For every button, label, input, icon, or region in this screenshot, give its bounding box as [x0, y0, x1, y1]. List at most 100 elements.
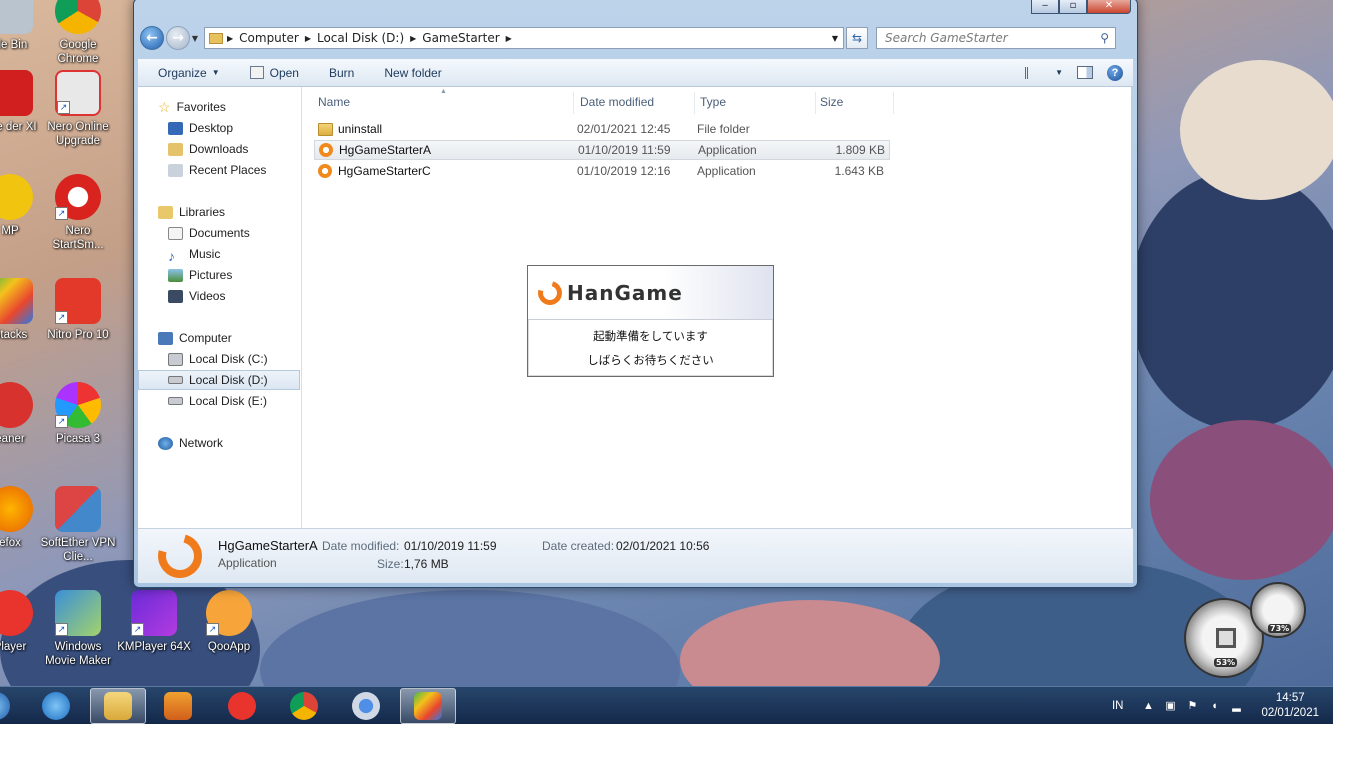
address-bar[interactable]: ▶ Computer ▶ Local Disk (D:) ▶ GameStart…: [204, 27, 844, 49]
organize-button[interactable]: Organize ▼: [138, 66, 235, 80]
address-dropdown-icon[interactable]: ▼: [827, 34, 843, 43]
desktop-icon-google-chrome[interactable]: Google Chrome: [40, 0, 116, 66]
column-header-name[interactable]: Name ▲: [318, 88, 574, 114]
file-row-hggamestartera[interactable]: HgGameStarterA 01/10/2019 11:59 Applicat…: [314, 140, 890, 160]
desktop-icon-nero-online-upgrade[interactable]: ↗ Nero Online Upgrade: [40, 70, 116, 148]
column-header-size[interactable]: Size: [818, 92, 894, 114]
nav-label: Favorites: [176, 100, 226, 114]
nav-music[interactable]: ♪ Music: [138, 244, 300, 264]
column-header-type[interactable]: Type: [698, 92, 816, 114]
search-icon[interactable]: ⚲: [1100, 31, 1109, 45]
device-icon[interactable]: ▣: [1164, 700, 1176, 712]
chevron-down-icon: ▼: [211, 68, 220, 77]
new-folder-button[interactable]: New folder: [369, 66, 456, 80]
breadcrumb-gamestarter[interactable]: GameStarter: [422, 31, 499, 45]
wallpaper-shape: [1150, 420, 1333, 580]
refresh-button[interactable]: ⇆: [846, 27, 868, 49]
volume-muted-icon[interactable]: ◖: [1208, 700, 1220, 712]
taskbar-internet-explorer[interactable]: [28, 688, 84, 724]
search-input[interactable]: Search GameStarter ⚲: [876, 27, 1116, 49]
nav-computer[interactable]: Computer: [138, 328, 300, 348]
minimize-button[interactable]: ‒: [1031, 0, 1059, 14]
change-view-icon[interactable]: [1025, 66, 1041, 79]
breadcrumb-local-disk-d[interactable]: Local Disk (D:): [317, 31, 404, 45]
taskbar-media-player[interactable]: [150, 688, 206, 724]
breadcrumb-computer[interactable]: Computer: [239, 31, 299, 45]
breadcrumb-separator-icon[interactable]: ▶: [227, 34, 233, 43]
nav-favorites[interactable]: ☆ Favorites: [138, 97, 300, 117]
desktop-icon-label: Nitro Pro 10: [47, 329, 109, 341]
firefox-icon: [0, 486, 33, 532]
action-center-flag-icon[interactable]: ⚑: [1186, 700, 1198, 712]
documents-icon: [168, 226, 183, 240]
show-hidden-icons-icon[interactable]: ▲: [1142, 700, 1154, 712]
desktop-icon-softether[interactable]: SoftEther VPN Clie...: [40, 486, 116, 564]
desktop-icon-kmplayer[interactable]: ↗ KMPlayer 64X: [116, 590, 192, 654]
file-size: 1.643 KB: [834, 164, 884, 178]
nav-label: Pictures: [189, 268, 233, 282]
help-icon[interactable]: ?: [1107, 64, 1123, 81]
desktop-icon-qooapp[interactable]: ↗ QooApp: [191, 590, 267, 654]
nav-pictures[interactable]: Pictures: [138, 265, 300, 285]
details-file-kind: Application: [218, 556, 277, 570]
network-signal-icon[interactable]: ▂: [1230, 700, 1242, 712]
downloads-icon: [168, 142, 183, 156]
desktop-icon-nero-startsmart[interactable]: ↗ Nero StartSm...: [40, 174, 116, 252]
preview-pane-icon[interactable]: [1077, 66, 1093, 79]
memory-gauge-gadget[interactable]: 73%: [1250, 582, 1306, 638]
desktop-icon-movie-maker[interactable]: ↗ Windows Movie Maker: [40, 590, 116, 668]
clock[interactable]: 14:57 02/01/2021: [1261, 691, 1319, 721]
internet-explorer-icon: [42, 692, 70, 720]
open-button[interactable]: Open: [235, 66, 314, 80]
desktop-icon-picasa[interactable]: ↗ Picasa 3: [40, 382, 116, 446]
nav-local-disk-d[interactable]: Local Disk (D:): [138, 370, 300, 390]
adobe-reader-icon: [0, 70, 33, 116]
desktop-icon-nitro-pro[interactable]: ↗ Nitro Pro 10: [40, 278, 116, 342]
file-type: Application: [698, 143, 757, 157]
breadcrumb-separator-icon[interactable]: ▶: [410, 34, 416, 43]
breadcrumb-separator-icon[interactable]: ▶: [506, 34, 512, 43]
desktop-icon-label: Nero StartSm...: [52, 225, 104, 251]
forward-button[interactable]: →: [166, 26, 190, 50]
nav-local-disk-c[interactable]: Local Disk (C:): [138, 349, 300, 369]
nav-downloads[interactable]: Downloads: [138, 139, 300, 159]
taskbar-gom-player[interactable]: [214, 688, 270, 724]
back-button[interactable]: ←: [140, 26, 164, 50]
nav-network[interactable]: Network: [138, 433, 300, 453]
drive-icon: [168, 376, 183, 384]
burn-button[interactable]: Burn: [314, 66, 369, 80]
taskbar-chrome-2[interactable]: [338, 688, 394, 724]
star-icon: ☆: [158, 98, 171, 115]
bluestacks-icon: [414, 692, 442, 720]
desktop-icon: [168, 121, 183, 135]
taskbar-bluestacks[interactable]: [400, 688, 456, 724]
nav-desktop[interactable]: Desktop: [138, 118, 300, 138]
close-button[interactable]: ✕: [1087, 0, 1131, 14]
breadcrumb-separator-icon[interactable]: ▶: [305, 34, 311, 43]
file-name: HgGameStarterA: [339, 143, 432, 157]
chevron-down-icon[interactable]: ▼: [1055, 68, 1063, 77]
taskbar-windows-explorer[interactable]: [90, 688, 146, 724]
nav-label: Videos: [189, 289, 226, 303]
language-indicator[interactable]: IN: [1112, 700, 1124, 712]
nav-recent-places[interactable]: Recent Places: [138, 160, 300, 180]
file-row-hggamestarterc[interactable]: HgGameStarterC 01/10/2019 12:16 Applicat…: [314, 161, 890, 181]
hangame-logo-text: HanGame: [567, 280, 683, 305]
file-row-uninstall[interactable]: uninstall 02/01/2021 12:45 File folder: [314, 119, 890, 139]
start-button[interactable]: [0, 688, 16, 724]
column-header-date[interactable]: Date modified: [578, 92, 695, 114]
nav-documents[interactable]: Documents: [138, 223, 300, 243]
open-label: Open: [269, 65, 299, 80]
column-label: Name: [318, 95, 351, 109]
taskbar-chrome[interactable]: [276, 688, 332, 724]
maximize-button[interactable]: ▫: [1059, 0, 1087, 14]
shortcut-arrow-icon: ↗: [131, 623, 144, 636]
command-bar: Organize ▼ Open Burn New folder ▼ ?: [138, 59, 1133, 87]
nav-label: Computer: [179, 331, 232, 345]
nav-local-disk-e[interactable]: Local Disk (E:): [138, 391, 300, 411]
recent-pages-dropdown[interactable]: ▼: [190, 34, 200, 43]
gom-player-icon: [228, 692, 256, 720]
nav-libraries[interactable]: Libraries: [138, 202, 300, 222]
nav-videos[interactable]: Videos: [138, 286, 300, 306]
desktop-icon-label: QooApp: [207, 641, 251, 653]
